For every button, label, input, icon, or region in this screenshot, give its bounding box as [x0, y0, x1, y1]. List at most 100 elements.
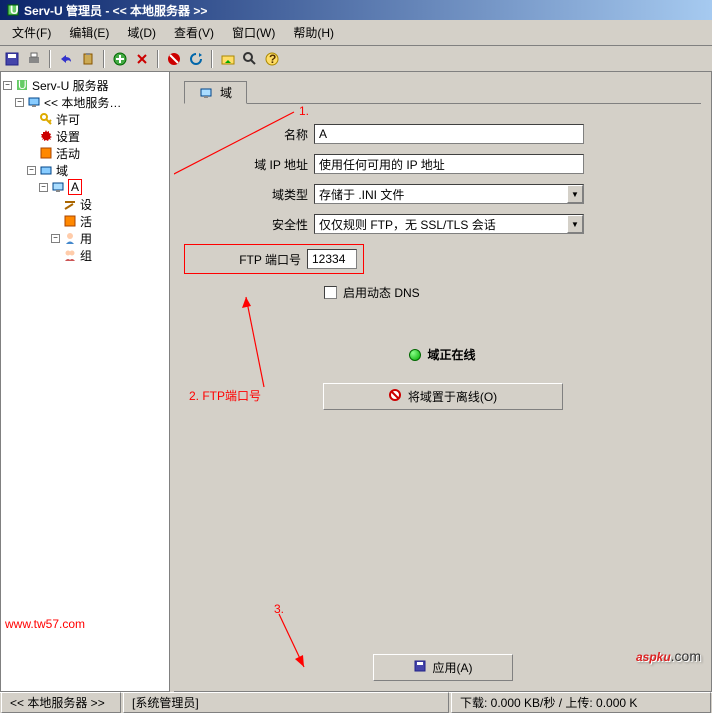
svg-text:?: ?	[269, 52, 276, 66]
dns-checkbox[interactable]	[324, 286, 337, 299]
logo-suffix: .com	[671, 648, 701, 664]
toolbar-separator	[211, 50, 213, 68]
monitor-icon	[199, 86, 213, 100]
user-icon	[63, 231, 77, 245]
tree-license[interactable]: 许可	[56, 111, 80, 128]
dns-label: 启用动态 DNS	[343, 284, 420, 301]
group-icon	[63, 248, 77, 262]
menu-window[interactable]: 窗口(W)	[224, 22, 283, 43]
type-combo[interactable]: 存储于 .INI 文件 ▼	[314, 184, 584, 204]
logo-text: aspku	[636, 650, 671, 664]
add-icon[interactable]	[111, 50, 129, 68]
offline-button[interactable]: 将域置于离线(O)	[323, 383, 563, 410]
help-icon[interactable]: ?	[263, 50, 281, 68]
save-icon[interactable]	[3, 50, 21, 68]
computer-icon	[27, 95, 41, 109]
tree-collapse-icon[interactable]: −	[3, 81, 12, 90]
tree-domains[interactable]: 域	[56, 162, 68, 179]
tab-domain[interactable]: 域	[184, 81, 247, 104]
ip-combo[interactable]: 使用任何可用的 IP 地址	[314, 154, 584, 174]
app-icon: U	[6, 3, 20, 17]
port-label: FTP 端口号	[191, 251, 307, 268]
delete-icon[interactable]	[133, 50, 151, 68]
dropdown-arrow-icon[interactable]: ▼	[567, 215, 583, 233]
activity-icon	[39, 146, 53, 160]
gear-icon	[39, 129, 53, 143]
type-value: 存储于 .INI 文件	[315, 186, 567, 203]
tree-root[interactable]: Serv-U 服务器	[32, 77, 109, 94]
menu-help[interactable]: 帮助(H)	[285, 22, 342, 43]
tree-local[interactable]: << 本地服务…	[44, 94, 121, 111]
menu-file[interactable]: 文件(F)	[4, 22, 59, 43]
offline-label: 将域置于离线(O)	[408, 388, 497, 405]
port-input[interactable]	[307, 249, 357, 269]
tree-collapse-icon[interactable]: −	[39, 183, 48, 192]
tree-d-users[interactable]: 用	[80, 230, 92, 247]
statusbar: << 本地服务器 >> [系统管理员] 下载: 0.000 KB/秒 / 上传:…	[0, 692, 712, 712]
menu-domain[interactable]: 域(D)	[119, 22, 164, 43]
tree-domain-a[interactable]: A	[68, 179, 82, 195]
window-titlebar: U Serv-U 管理员 - << 本地服务器 >>	[0, 0, 712, 20]
settings-icon	[63, 197, 77, 211]
apply-label: 应用(A)	[433, 659, 473, 676]
sec-combo[interactable]: 仅仅规则 FTP，无 SSL/TLS 会话 ▼	[314, 214, 584, 234]
toolbar-separator	[49, 50, 51, 68]
online-status-icon	[409, 349, 421, 361]
offline-icon	[388, 388, 402, 405]
main-area: − U Serv-U 服务器 − << 本地服务… 许可 设置 活动 − 域 −	[0, 72, 712, 692]
toolbar-separator	[103, 50, 105, 68]
paste-icon[interactable]	[79, 50, 97, 68]
print-icon[interactable]	[25, 50, 43, 68]
status-transfer: 下载: 0.000 KB/秒 / 上传: 0.000 K	[451, 692, 711, 713]
tab-strip: 域	[184, 80, 701, 104]
folder-up-icon[interactable]	[219, 50, 237, 68]
status-server: << 本地服务器 >>	[1, 692, 121, 713]
sec-label: 安全性	[184, 216, 314, 233]
watermark-logo: aspku.com	[636, 632, 701, 669]
key-icon	[39, 112, 53, 126]
save-icon	[413, 659, 427, 676]
annotation-3: 3.	[274, 602, 284, 616]
status-row: 域正在线	[184, 346, 701, 363]
name-label: 名称	[184, 126, 314, 143]
menubar: 文件(F) 编辑(E) 域(D) 查看(V) 窗口(W) 帮助(H)	[0, 20, 712, 46]
status-text: 域正在线	[427, 346, 475, 363]
tree-expand-icon[interactable]: −	[51, 234, 60, 243]
server-icon: U	[15, 78, 29, 92]
tree-collapse-icon[interactable]: −	[27, 166, 36, 175]
monitor-icon	[51, 180, 65, 194]
tree-d-groups[interactable]: 组	[80, 247, 92, 264]
tree-activity[interactable]: 活动	[56, 145, 80, 162]
watermark: www.tw57.com	[5, 617, 85, 631]
tree-collapse-icon[interactable]: −	[15, 98, 24, 107]
find-icon[interactable]	[241, 50, 259, 68]
status-user: [系统管理员]	[123, 692, 449, 713]
svg-text:U: U	[10, 3, 19, 17]
menu-edit[interactable]: 编辑(E)	[61, 22, 117, 43]
stop-icon[interactable]	[165, 50, 183, 68]
tab-label: 域	[220, 84, 232, 101]
activity-icon	[63, 214, 77, 228]
tree-settings[interactable]: 设置	[56, 128, 80, 145]
content-panel: 域 名称 域 IP 地址 使用任何可用的 IP 地址 域类型 存储于 .INI …	[174, 72, 712, 692]
refresh-icon[interactable]	[187, 50, 205, 68]
tree-d-act[interactable]: 活	[80, 213, 92, 230]
ip-value: 使用任何可用的 IP 地址	[315, 156, 583, 173]
menu-view[interactable]: 查看(V)	[166, 22, 222, 43]
toolbar-separator	[157, 50, 159, 68]
window-title: Serv-U 管理员 - << 本地服务器 >>	[24, 2, 207, 19]
port-highlight: FTP 端口号	[184, 244, 364, 274]
annotation-1: 1.	[299, 104, 309, 118]
type-label: 域类型	[184, 186, 314, 203]
domain-icon	[39, 163, 53, 177]
svg-text:U: U	[18, 78, 27, 92]
apply-button[interactable]: 应用(A)	[373, 654, 513, 681]
undo-icon[interactable]	[57, 50, 75, 68]
tree-panel[interactable]: − U Serv-U 服务器 − << 本地服务… 许可 设置 活动 − 域 −	[0, 72, 170, 692]
dropdown-arrow-icon[interactable]: ▼	[567, 185, 583, 203]
sec-value: 仅仅规则 FTP，无 SSL/TLS 会话	[315, 216, 567, 233]
toolbar: ?	[0, 46, 712, 72]
ip-label: 域 IP 地址	[184, 156, 314, 173]
name-input[interactable]	[314, 124, 584, 144]
tree-d-set[interactable]: 设	[80, 196, 92, 213]
